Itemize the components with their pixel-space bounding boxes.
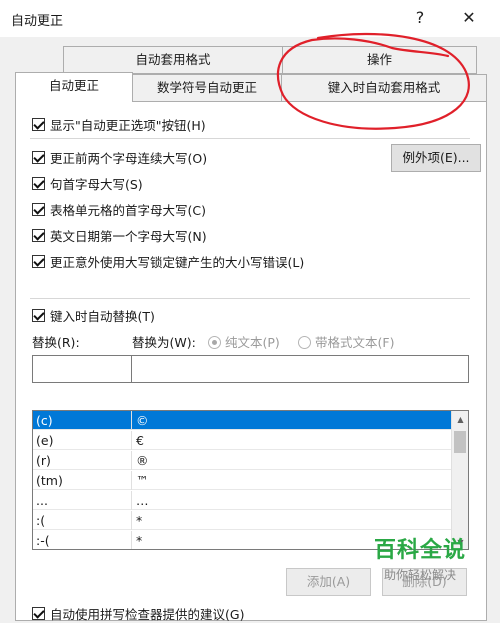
replace-label: 替换(R): — [32, 335, 80, 350]
cap-english-days-label: 英文日期第一个字母大写(N) — [50, 229, 207, 244]
title-bar: 自动更正 ? ✕ — [0, 0, 500, 37]
replace-as-you-type-label: 键入时自动替换(T) — [50, 309, 155, 324]
two-initial-caps-label: 更正前两个字母连续大写(O) — [50, 151, 208, 166]
spell-checker-suggestions-label: 自动使用拼写检查器提供的建议(G) — [50, 607, 245, 622]
cap-first-table-cell-checkbox[interactable] — [32, 203, 45, 216]
correct-caps-lock-option[interactable]: 更正意外使用大写锁定键产生的大小写错误(L) — [32, 252, 304, 271]
entry-to: ® — [136, 453, 149, 468]
spell-checker-suggestions-checkbox[interactable] — [32, 607, 45, 620]
entry-to: * — [136, 513, 143, 528]
cap-english-days-checkbox[interactable] — [32, 229, 45, 242]
cap-english-days-option[interactable]: 英文日期第一个字母大写(N) — [32, 226, 207, 245]
column-divider — [131, 511, 132, 530]
formatted-text-label: 带格式文本(F) — [315, 335, 395, 350]
help-button[interactable]: ? — [406, 6, 434, 30]
show-buttons-label: 显示"自动更正选项"按钮(H) — [50, 118, 206, 133]
list-item[interactable]: :( * — [33, 511, 451, 530]
correct-caps-lock-label: 更正意外使用大写锁定键产生的大小写错误(L) — [50, 255, 305, 270]
cap-first-table-cell-option[interactable]: 表格单元格的首字母大写(C) — [32, 200, 206, 219]
column-divider — [131, 411, 132, 430]
list-item[interactable]: (c) © — [33, 411, 451, 430]
scrollbar-thumb[interactable] — [454, 431, 466, 453]
entry-to: € — [136, 433, 144, 448]
replace-as-you-type-checkbox[interactable] — [32, 309, 45, 322]
autocorrect-entries-list[interactable]: (c) © (e) € (r) ® (tm) ™ ... … :( *:-(… — [32, 410, 469, 550]
formatted-text-option[interactable]: 带格式文本(F) — [298, 332, 394, 351]
list-item[interactable]: ... … — [33, 491, 451, 510]
correct-caps-lock-checkbox[interactable] — [32, 255, 45, 268]
cap-first-sentence-option[interactable]: 句首字母大写(S) — [32, 174, 143, 193]
cap-first-sentence-checkbox[interactable] — [32, 177, 45, 190]
list-item[interactable]: (r) ® — [33, 451, 451, 470]
entry-from: (e) — [36, 433, 54, 448]
column-divider — [131, 491, 132, 510]
add-button[interactable]: 添加(A) — [286, 568, 371, 596]
column-divider — [131, 471, 132, 490]
tab-autoformat[interactable]: 自动套用格式 — [63, 46, 283, 74]
formatted-text-radio[interactable] — [298, 336, 311, 349]
entry-from: :( — [36, 513, 46, 528]
entry-from: ... — [36, 493, 48, 508]
cap-first-sentence-label: 句首字母大写(S) — [50, 177, 143, 192]
list-item[interactable]: (e) € — [33, 431, 451, 450]
replace-input[interactable] — [32, 355, 132, 383]
entry-from: (r) — [36, 453, 51, 468]
tab-autocorrect[interactable]: 自动更正 — [15, 72, 133, 102]
replace-with-input[interactable] — [131, 355, 469, 383]
cap-first-table-cell-label: 表格单元格的首字母大写(C) — [50, 203, 206, 218]
list-item[interactable]: (tm) ™ — [33, 471, 451, 490]
column-divider — [131, 431, 132, 450]
watermark-subtitle: 助你轻松解决 — [383, 568, 456, 582]
window-title: 自动更正 — [11, 14, 64, 29]
plain-text-label: 纯文本(P) — [225, 335, 280, 350]
tab-autoformat-as-you-type[interactable]: 键入时自动套用格式 — [281, 74, 487, 102]
divider — [30, 138, 470, 139]
close-button[interactable]: ✕ — [455, 6, 483, 30]
scroll-up-icon[interactable]: ▲ — [452, 411, 468, 428]
watermark-title: 百科全说 — [373, 538, 466, 563]
entry-to: * — [136, 533, 143, 548]
entry-from: (c) — [36, 413, 53, 428]
replace-as-you-type-option[interactable]: 键入时自动替换(T) — [32, 306, 155, 325]
plain-text-radio[interactable] — [208, 336, 221, 349]
column-divider — [131, 531, 132, 549]
divider — [30, 298, 470, 299]
entry-from: :-( — [36, 533, 50, 548]
spell-checker-suggestions-option[interactable]: 自动使用拼写检查器提供的建议(G) — [32, 604, 244, 623]
entry-from: (tm) — [36, 473, 63, 488]
two-initial-caps-checkbox[interactable] — [32, 151, 45, 164]
list-scrollbar[interactable]: ▲ ▼ — [451, 411, 468, 549]
plain-text-option[interactable]: 纯文本(P) — [208, 332, 280, 351]
entry-to: … — [136, 493, 149, 508]
entry-to: © — [136, 413, 149, 428]
column-divider — [131, 451, 132, 470]
tab-actions[interactable]: 操作 — [282, 46, 477, 74]
show-buttons-checkbox[interactable] — [32, 118, 45, 131]
exceptions-button[interactable]: 例外项(E)... — [391, 144, 481, 172]
tab-math-autocorrect[interactable]: 数学符号自动更正 — [132, 74, 282, 102]
replace-with-label: 替换为(W): — [132, 335, 196, 350]
watermark: 百科全说 助你轻松解决 — [374, 532, 466, 583]
entry-to: ™ — [136, 473, 149, 488]
two-initial-caps-option[interactable]: 更正前两个字母连续大写(O) — [32, 148, 207, 167]
show-buttons-option[interactable]: 显示"自动更正选项"按钮(H) — [32, 115, 206, 134]
